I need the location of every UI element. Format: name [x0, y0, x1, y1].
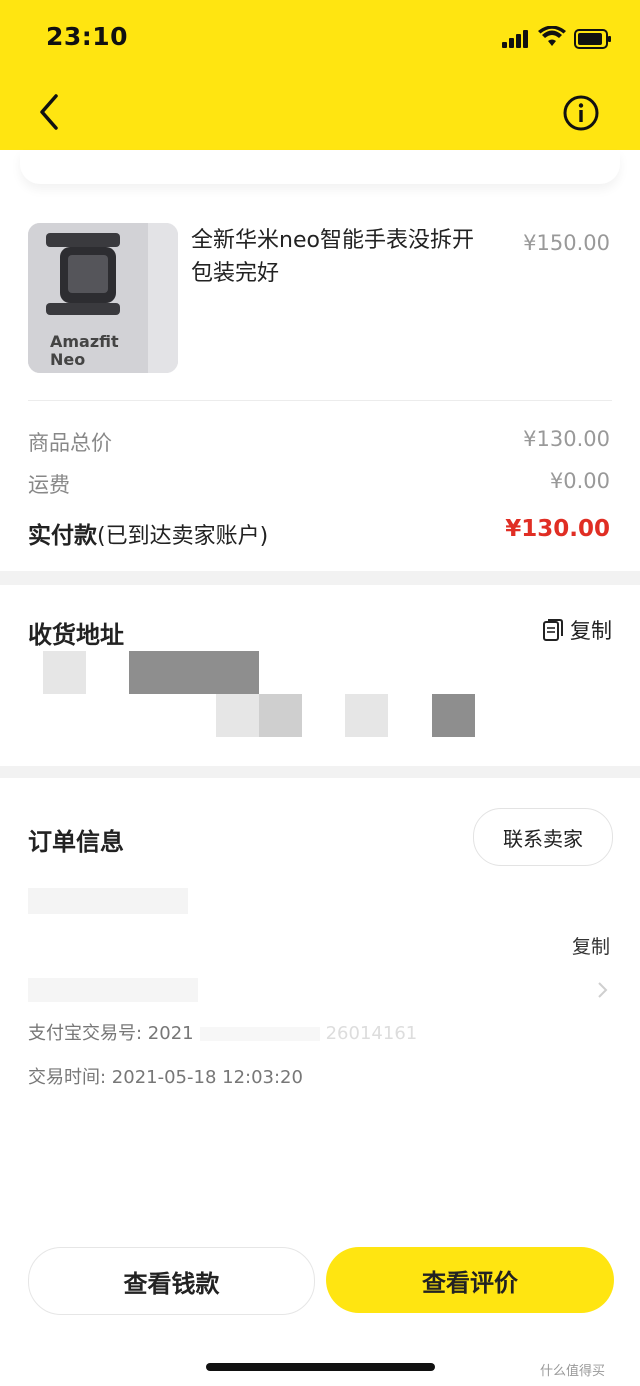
address-redacted-block [43, 651, 86, 694]
snapshot-redacted[interactable] [28, 978, 198, 1002]
copy-order-button[interactable]: 复制 [572, 932, 610, 959]
svg-text:Amazfit: Amazfit [50, 332, 119, 351]
address-title: 收货地址 [28, 621, 124, 649]
info-icon [563, 95, 599, 131]
wifi-icon [538, 25, 566, 48]
copy-icon [543, 619, 563, 641]
home-indicator[interactable] [206, 1363, 435, 1371]
watermark: 什么值得买 [540, 1364, 606, 1379]
product-price: ¥150.00 [523, 231, 610, 255]
paid-amount-label: 实付款(已到达卖家账户) [28, 523, 269, 549]
paid-amount-value: ¥130.00 [505, 516, 610, 542]
subtotal-value: ¥130.00 [523, 427, 610, 451]
battery-icon [574, 29, 612, 49]
back-button[interactable] [32, 90, 72, 134]
contact-seller-button[interactable]: 联系卖家 [473, 808, 613, 866]
subtotal-label: 商品总价 [28, 431, 112, 455]
address-redacted-block [216, 694, 259, 737]
signal-icon [502, 30, 530, 48]
product-image[interactable]: Amazfit Neo [28, 223, 178, 373]
shipping-label: 运费 [28, 473, 70, 497]
previous-card-edge [20, 150, 620, 184]
transaction-time: 交易时间: 2021-05-18 12:03:20 [28, 1067, 303, 1088]
address-redacted-block [259, 694, 302, 737]
section-gap [0, 766, 640, 778]
alipay-transaction-number: 支付宝交易号: 2021 26014161 [28, 1023, 418, 1044]
product-title[interactable]: 全新华米neo智能手表没拆开包装完好 [191, 224, 491, 290]
order-number-redacted [28, 888, 188, 914]
address-redacted-block [432, 694, 475, 737]
view-review-button[interactable]: 查看评价 [326, 1247, 614, 1313]
status-time: 23:10 [46, 22, 129, 51]
back-arrow-icon [40, 94, 58, 130]
svg-text:Neo: Neo [50, 350, 85, 369]
address-redacted-block [129, 651, 259, 694]
info-button[interactable] [562, 94, 600, 132]
copy-address-button[interactable]: 复制 [542, 615, 612, 645]
view-money-button[interactable]: 查看钱款 [28, 1247, 315, 1315]
address-redacted-block [345, 694, 388, 737]
chevron-right-icon[interactable] [596, 980, 610, 1000]
order-info-title: 订单信息 [28, 828, 124, 856]
divider [28, 400, 612, 401]
section-gap [0, 571, 640, 585]
shipping-value: ¥0.00 [549, 469, 610, 493]
